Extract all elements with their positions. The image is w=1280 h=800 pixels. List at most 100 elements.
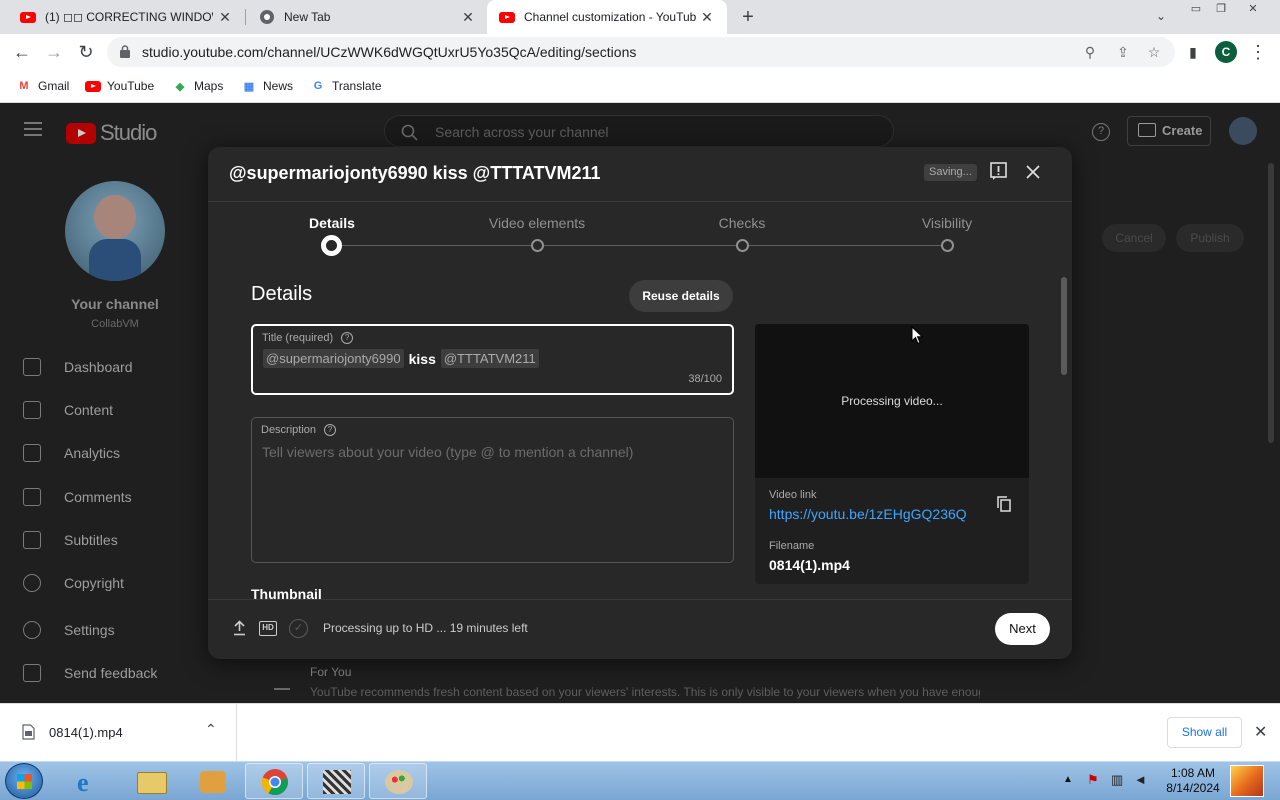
youtube-icon — [499, 9, 515, 25]
nav-comments[interactable]: Comments — [23, 487, 132, 507]
bookmark-maps[interactable]: ◆ Maps — [172, 77, 224, 95]
step-dot-details[interactable] — [321, 235, 342, 256]
menu-kebab-icon[interactable]: ⋮ — [1246, 40, 1270, 64]
close-tab-icon[interactable]: ✕ — [460, 9, 476, 25]
new-tab-button[interactable]: + — [737, 6, 759, 28]
nav-dashboard[interactable]: Dashboard — [23, 357, 133, 377]
title-input[interactable]: @supermariojonty6990 kiss @TTTATVM211 — [263, 349, 539, 368]
nav-content[interactable]: Content — [23, 400, 113, 420]
drag-handle-icon[interactable] — [274, 688, 290, 690]
nav-copyright[interactable]: Copyright — [23, 573, 124, 593]
bookmark-news[interactable]: ▦ News — [241, 77, 293, 95]
step-video-elements[interactable]: Video elements — [489, 215, 585, 231]
cancel-bg-button[interactable]: Cancel — [1102, 224, 1166, 252]
reload-button[interactable]: ↻ — [74, 40, 98, 64]
forward-button[interactable]: → — [42, 40, 66, 64]
copy-icon[interactable] — [997, 496, 1011, 512]
explorer-taskbar-button[interactable] — [122, 763, 180, 799]
back-button[interactable]: ← — [10, 40, 34, 64]
chrome-taskbar-button[interactable] — [245, 763, 303, 799]
filename-value: 0814(1).mp4 — [769, 557, 850, 573]
copyright-icon — [23, 574, 41, 592]
share-icon[interactable]: ⇪ — [1115, 44, 1131, 60]
system-clock[interactable]: 1:08 AM 8/14/2024 — [1162, 766, 1224, 796]
page-scrollbar[interactable] — [1268, 163, 1274, 443]
user-picture-icon[interactable] — [1230, 765, 1264, 797]
close-window-button[interactable]: ✕ — [1242, 2, 1264, 18]
youtube-logo-icon — [66, 122, 96, 144]
dialog-scrollbar[interactable] — [1061, 277, 1067, 375]
address-bar[interactable]: studio.youtube.com/channel/UCzWWK6dWGQtU… — [107, 37, 1175, 67]
step-checks[interactable]: Checks — [719, 215, 766, 231]
ie-taskbar-button[interactable]: e — [60, 763, 118, 799]
restore-button[interactable]: ❐ — [1210, 2, 1232, 18]
show-all-button[interactable]: Show all — [1167, 717, 1242, 748]
chevron-up-icon[interactable]: ⌃ — [205, 721, 217, 738]
media-player-taskbar-button[interactable] — [183, 763, 241, 799]
content-icon — [23, 401, 41, 419]
help-icon[interactable]: ? — [1092, 123, 1110, 141]
close-icon[interactable] — [1026, 165, 1040, 179]
browser-tab-1[interactable]: (1) ◻◻ CORRECTING WINDOWS ✕ — [0, 0, 245, 34]
close-icon[interactable]: ✕ — [1254, 722, 1267, 742]
app-taskbar-button[interactable] — [307, 763, 365, 799]
nav-label: Send feedback — [64, 665, 158, 681]
volume-icon[interactable]: ◄ — [1134, 772, 1147, 787]
download-item[interactable]: 0814(1).mp4 ⌃ — [0, 704, 237, 761]
create-button[interactable]: Create — [1127, 116, 1211, 146]
channel-avatar[interactable] — [65, 181, 165, 281]
bookmark-youtube[interactable]: YouTube — [85, 77, 154, 95]
upload-details-dialog: @supermariojonty6990 kiss @TTTATVM211 Sa… — [208, 147, 1072, 659]
reuse-details-button[interactable]: Reuse details — [629, 280, 733, 312]
minimize-button[interactable]: ▭ — [1185, 2, 1207, 18]
studio-logo[interactable]: Studio — [66, 120, 157, 146]
side-panel-icon[interactable]: ▮ — [1181, 40, 1205, 64]
hamburger-menu-icon[interactable] — [24, 122, 42, 136]
studio-search[interactable]: Search across your channel — [384, 115, 894, 147]
start-button[interactable] — [5, 763, 43, 799]
step-dot-visibility[interactable] — [941, 239, 954, 252]
video-link[interactable]: https://youtu.be/1zEHgGQ236Q — [769, 506, 967, 522]
step-details[interactable]: Details — [309, 215, 355, 231]
zoom-icon[interactable]: ⚲ — [1082, 44, 1098, 60]
nav-settings[interactable]: Settings — [23, 620, 115, 640]
lock-icon — [120, 45, 130, 58]
tab-search-icon[interactable]: ⌄ — [1150, 9, 1172, 25]
tray-overflow-icon[interactable]: ▲ — [1063, 774, 1073, 785]
network-icon[interactable]: ▥ — [1111, 772, 1123, 788]
dialog-scroll-area[interactable]: Details Reuse details Title (required) ?… — [208, 269, 1072, 599]
step-visibility[interactable]: Visibility — [922, 215, 972, 231]
browser-tab-2[interactable]: New Tab ✕ — [245, 0, 488, 34]
help-icon[interactable]: ? — [341, 332, 354, 344]
feedback-flag-icon[interactable] — [990, 162, 1007, 181]
bookmark-translate[interactable]: G Translate — [310, 77, 382, 95]
nav-analytics[interactable]: Analytics — [23, 443, 120, 463]
dialog-title: @supermariojonty6990 kiss @TTTATVM211 — [229, 163, 601, 183]
video-preview[interactable]: Processing video... — [755, 324, 1029, 478]
step-dot-video-elements[interactable] — [531, 239, 544, 252]
title-label-text: Title (required) — [262, 332, 334, 344]
close-tab-icon[interactable]: ✕ — [699, 9, 715, 25]
nav-send-feedback[interactable]: Send feedback — [23, 663, 157, 683]
title-field[interactable]: Title (required) ? @supermariojonty6990 … — [251, 324, 734, 395]
step-dot-checks[interactable] — [736, 239, 749, 252]
help-icon[interactable]: ? — [324, 424, 337, 436]
next-button[interactable]: Next — [995, 613, 1050, 645]
translate-icon: G — [313, 80, 323, 92]
studio-logo-text: Studio — [100, 120, 157, 145]
download-filename: 0814(1).mp4 — [49, 725, 123, 740]
close-tab-icon[interactable]: ✕ — [217, 9, 233, 25]
bookmark-gmail[interactable]: M Gmail — [16, 77, 69, 95]
bookmark-star-icon[interactable]: ☆ — [1146, 44, 1162, 60]
profile-avatar[interactable]: C — [1215, 41, 1237, 63]
paint-taskbar-button[interactable] — [369, 763, 427, 799]
account-avatar[interactable] — [1229, 117, 1257, 145]
nav-subtitles[interactable]: Subtitles — [23, 530, 118, 550]
publish-bg-button[interactable]: Publish — [1176, 224, 1244, 252]
for-you-title: For You — [310, 665, 352, 679]
bookmarks-bar: M Gmail YouTube ◆ Maps ▦ News G Translat… — [0, 70, 1280, 103]
action-center-icon[interactable]: ⚑ — [1087, 772, 1099, 788]
gmail-icon: M — [19, 80, 29, 92]
description-field[interactable]: Description ? Tell viewers about your vi… — [251, 417, 734, 563]
browser-tab-3[interactable]: Channel customization - YouTube ✕ — [487, 0, 727, 34]
